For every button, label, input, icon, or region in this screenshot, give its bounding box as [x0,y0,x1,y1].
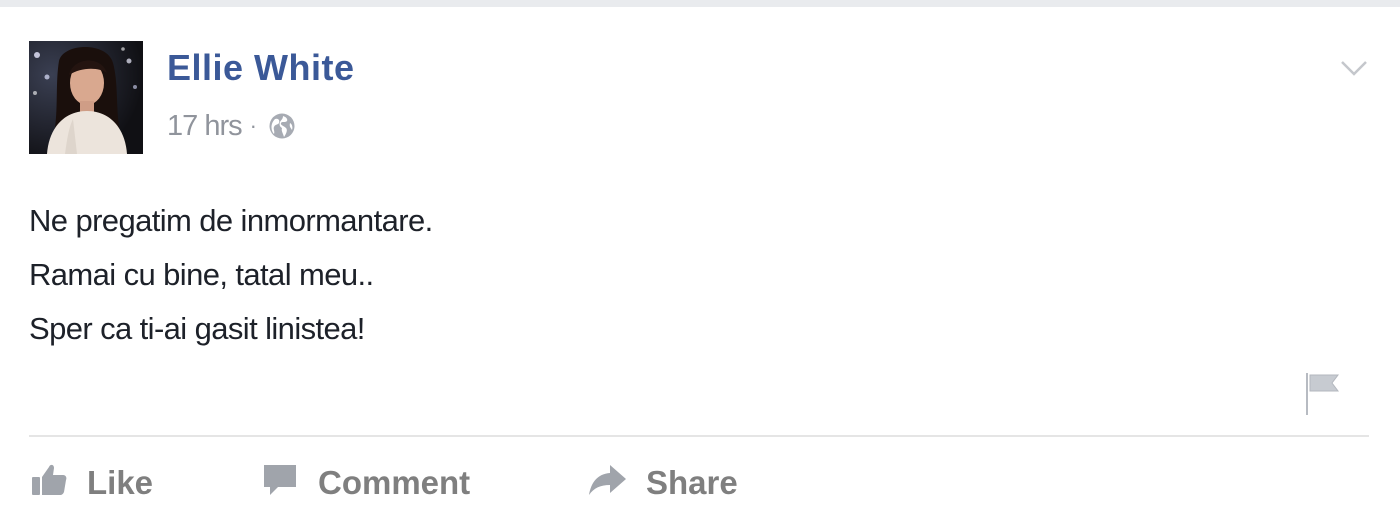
comment-button[interactable]: Comment [260,455,470,511]
post-message-line: Sper ca ti-ai gasit linistea! [29,311,365,346]
actions-divider [29,435,1369,437]
feed-background-strip [0,0,1400,7]
post-message-line: Ramai cu bine, tatal meu.. [29,257,374,292]
post-author-name[interactable]: Ellie White [167,47,355,89]
meta-separator: · [249,113,257,138]
like-button[interactable]: Like [29,455,153,511]
flag-icon[interactable] [1300,369,1346,421]
post-message-line: Ne pregatim de inmormantare. [29,203,433,238]
like-label: Like [87,464,154,501]
globe-icon[interactable] [267,111,297,141]
thumbs-up-icon [29,459,69,507]
share-button[interactable]: Share [586,455,738,511]
share-arrow-icon [586,459,628,507]
share-label: Share [646,464,738,501]
comment-icon [260,459,300,507]
post-meta: 17 hrs · [167,107,297,145]
post-message: Ne pregatim de inmormantare. Ramai cu bi… [29,194,433,356]
avatar[interactable] [29,41,143,154]
comment-label: Comment [318,464,471,501]
post-timestamp[interactable]: 17 hrs [167,110,243,143]
post-card: Ellie White 17 hrs · Ne pregatim de inmo… [0,7,1400,519]
post-actions-bar: Like Comment Share [29,455,1369,511]
chevron-down-icon[interactable] [1338,53,1370,83]
avatar-photo [29,41,143,154]
